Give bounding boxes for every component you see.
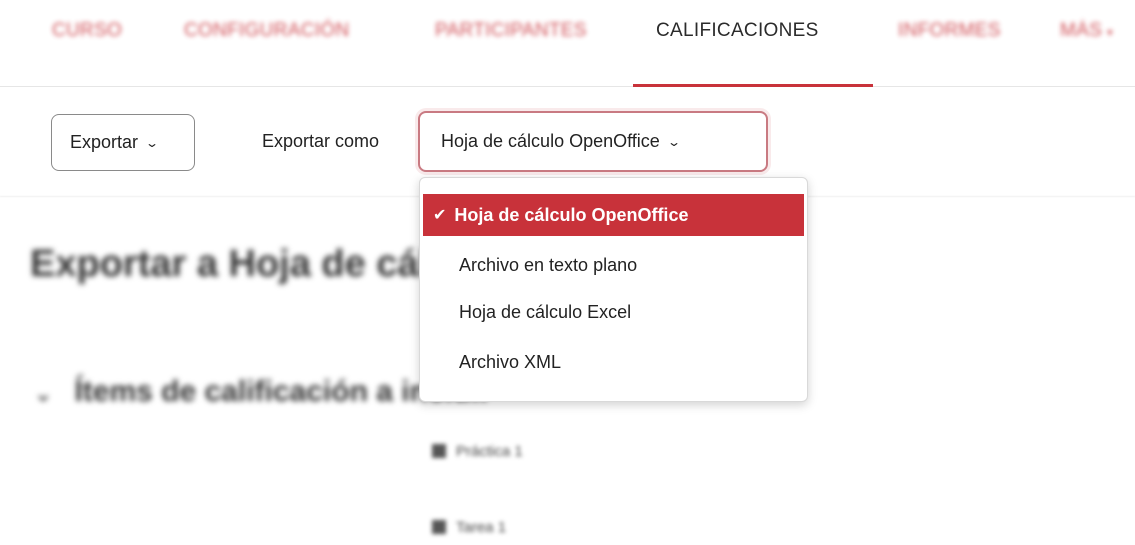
grade-item-label: Tarea 1 <box>456 519 507 536</box>
chevron-down-icon: ⌄ <box>34 381 53 406</box>
dropdown-option-label: Archivo en texto plano <box>459 254 638 275</box>
dropdown-option-label: Hoja de cálculo Excel <box>459 301 632 322</box>
dropdown-option-label: Archivo XML <box>459 351 562 372</box>
grade-item-label: Práctica 1 <box>456 443 523 460</box>
chevron-down-icon: ⌄ <box>666 134 681 149</box>
export-format-select[interactable]: Hoja de cálculo OpenOffice ⌄ <box>418 111 768 172</box>
dropdown-option-xml[interactable]: Archivo XML <box>423 341 804 383</box>
dropdown-option-excel[interactable]: Hoja de cálculo Excel <box>423 291 804 333</box>
selected-format-label: Hoja de cálculo OpenOffice <box>441 131 660 151</box>
tab-curso[interactable]: Curso <box>52 20 122 42</box>
dropdown-option-openoffice[interactable]: ✔ Hoja de cálculo OpenOffice <box>423 194 804 236</box>
chevron-down-icon: ▾ <box>1107 27 1113 39</box>
chevron-down-icon: ⌄ <box>145 135 160 150</box>
tab-calificaciones[interactable]: Calificaciones <box>656 20 819 42</box>
tab-mas-label: Más <box>1060 20 1103 41</box>
tab-participantes[interactable]: Participantes <box>435 20 587 42</box>
check-icon: ✔ <box>433 207 447 224</box>
secondary-navigation: Curso Configuración Participantes Califi… <box>0 0 1135 87</box>
export-button[interactable]: Exportar ⌄ <box>51 114 195 171</box>
grade-item-checkbox[interactable]: Práctica 1 <box>432 443 523 460</box>
tab-informes[interactable]: Informes <box>898 20 1001 42</box>
checkbox-icon <box>432 444 446 458</box>
active-tab-indicator <box>633 84 873 87</box>
export-as-label: Exportar como <box>262 131 380 151</box>
grade-item-checkbox[interactable]: Tarea 1 <box>432 519 506 536</box>
checkbox-icon <box>432 520 446 534</box>
export-button-label: Exportar <box>70 132 139 152</box>
tab-mas[interactable]: Más ▾ <box>1060 20 1113 42</box>
dropdown-option-text[interactable]: Archivo en texto plano <box>423 244 804 286</box>
tab-configuracion[interactable]: Configuración <box>184 20 349 42</box>
export-format-dropdown: ✔ Hoja de cálculo OpenOffice Archivo en … <box>419 177 808 402</box>
dropdown-option-label: Hoja de cálculo OpenOffice <box>454 204 689 225</box>
